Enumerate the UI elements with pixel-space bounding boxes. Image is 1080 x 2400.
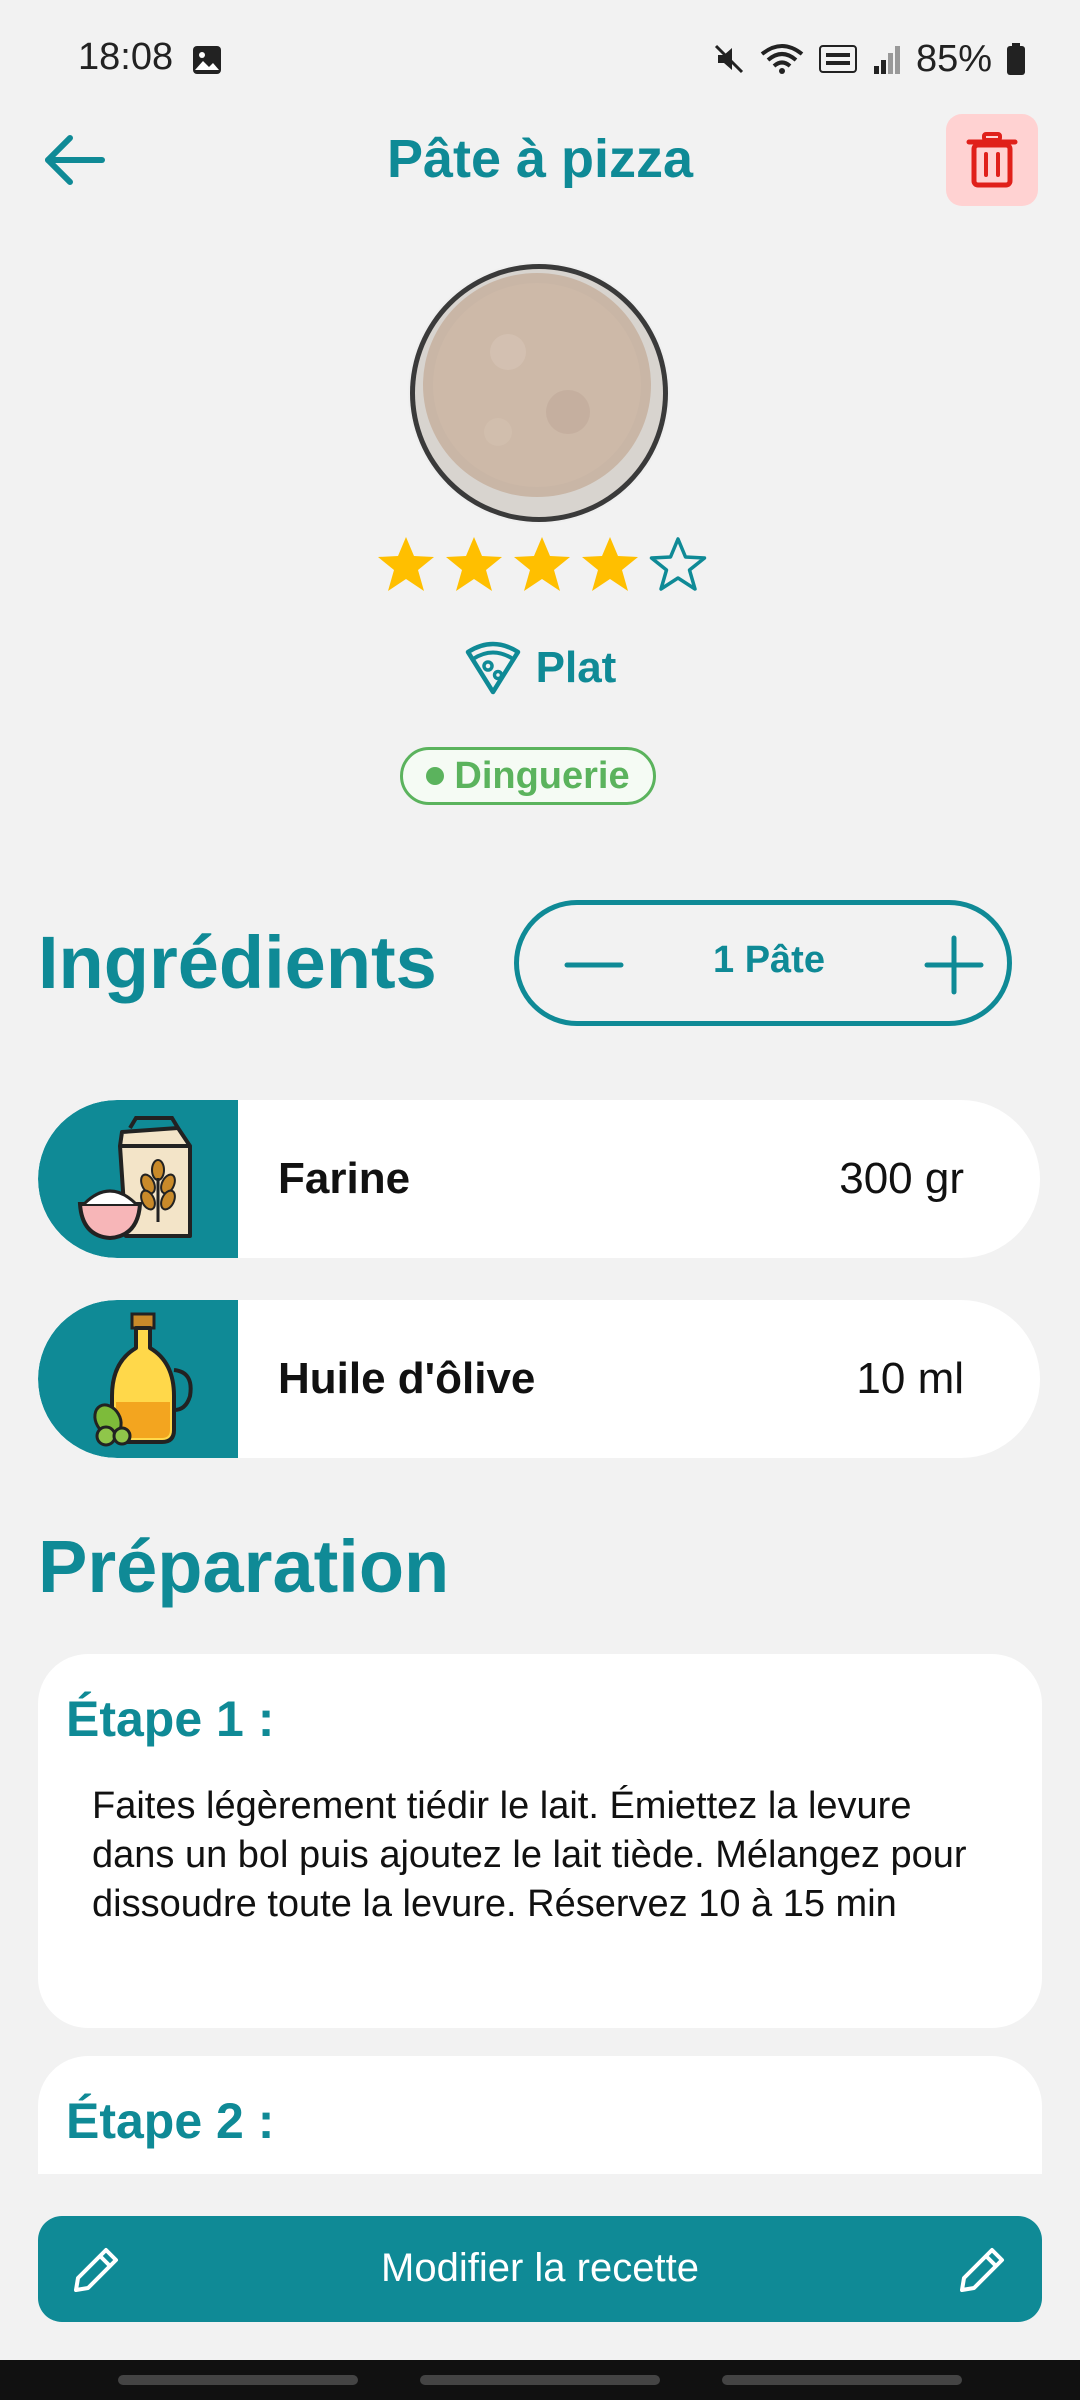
status-time: 18:08 [78, 36, 174, 78]
step-title: Étape 2 : [66, 2093, 275, 2149]
mute-icon [714, 44, 743, 74]
recipe-category: Plat [0, 640, 1080, 696]
nav-back-handle[interactable] [722, 2375, 962, 2385]
plus-icon[interactable] [919, 935, 989, 995]
edit-recipe-label: Modifier la recette [381, 2246, 699, 2290]
step-title: Étape 1 : [66, 1691, 275, 1747]
system-nav-bar [0, 2360, 1080, 2400]
battery-percent: 85% [915, 37, 992, 80]
edit-recipe-button[interactable]: Modifier la recette [38, 2216, 1042, 2322]
portion-stepper: 1 Pâte [514, 900, 1012, 1026]
ingredients-title: Ingrédients [38, 921, 437, 1004]
category-label: Plat [535, 643, 617, 692]
image-notification-icon [193, 46, 221, 74]
badge-dot [426, 767, 445, 785]
page-title: Pâte à pizza [386, 129, 694, 189]
status-badge: Dinguerie [400, 747, 656, 805]
ingredient-quantity: 10 ml [856, 1354, 964, 1403]
battery-icon [1007, 43, 1025, 75]
step-text: Faites légèrement tiédir le lait. Émiett… [92, 1785, 967, 1925]
ingredient-icon-bg [38, 1100, 238, 1258]
recipe-photo [408, 262, 670, 524]
olive-oil-icon [93, 1312, 193, 1447]
step-card: Étape 1 : Faites légèrement tiédir le la… [38, 1654, 1042, 2028]
pizza-slice-icon [465, 641, 520, 695]
star-filled-icon[interactable] [511, 534, 573, 596]
flour-bag-icon [77, 1116, 192, 1241]
pencil-icon [960, 2248, 1004, 2292]
signal-icon [873, 46, 900, 74]
ingredient-icon-bg [38, 1300, 238, 1458]
trash-icon [966, 132, 1018, 188]
preparation-title: Préparation [38, 1525, 450, 1608]
ingredient-name: Farine [278, 1154, 411, 1203]
ingredient-quantity: 300 gr [839, 1154, 964, 1203]
ingredient-row[interactable]: Farine 300 gr [38, 1100, 1040, 1258]
star-filled-icon[interactable] [443, 534, 505, 596]
star-empty-icon[interactable] [647, 534, 709, 596]
status-icons: 85% [712, 34, 1026, 84]
portion-value: 1 Pâte [713, 939, 825, 981]
star-filled-icon[interactable] [375, 534, 437, 596]
ingredient-name: Huile d'ôlive [278, 1354, 536, 1403]
delete-button[interactable] [946, 114, 1038, 206]
wifi-icon [760, 44, 804, 74]
nav-home-handle[interactable] [420, 2375, 660, 2385]
badge-label: Dinguerie [454, 754, 630, 797]
ingredient-row[interactable]: Huile d'ôlive 10 ml [38, 1300, 1040, 1458]
star-filled-icon[interactable] [579, 534, 641, 596]
nav-recent-handle[interactable] [118, 2375, 358, 2385]
volte-icon [818, 45, 857, 73]
rating-stars[interactable] [375, 534, 709, 606]
